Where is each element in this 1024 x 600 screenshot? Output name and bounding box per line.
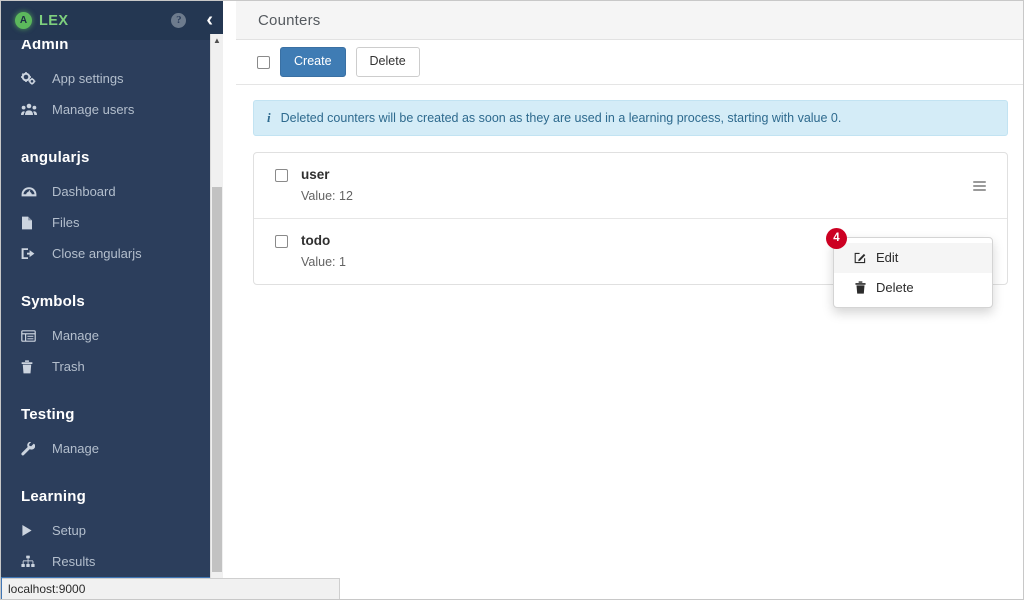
- delete-button[interactable]: Delete: [355, 47, 420, 77]
- sidebar-item-app-settings[interactable]: App settings: [1, 63, 210, 94]
- sidebar-scrollbar[interactable]: ▲: [210, 34, 223, 599]
- sidebar-header-actions: ? ‹: [171, 1, 213, 40]
- application-window: A LEX ? ‹ Admin App settings Manage user…: [0, 0, 1024, 600]
- wrench-icon: [21, 441, 49, 456]
- counter-checkbox[interactable]: [275, 235, 288, 249]
- help-icon[interactable]: ?: [171, 13, 187, 28]
- counter-menu-button[interactable]: [965, 173, 993, 199]
- counter-value: Value: 1: [301, 255, 346, 270]
- status-bar: localhost:9000: [2, 578, 340, 599]
- nav-group-title-symbols: Symbols: [21, 293, 85, 310]
- sidebar-item-label: Manage users: [52, 102, 135, 117]
- sidebar-item-manage-users[interactable]: Manage users: [1, 94, 210, 125]
- file-icon: [21, 216, 49, 230]
- brand-name: LEX: [39, 12, 69, 29]
- step-badge: 4: [826, 228, 847, 249]
- users-icon: [21, 103, 49, 116]
- brand-logo[interactable]: A LEX: [15, 12, 68, 29]
- list-item[interactable]: user Value: 12: [254, 153, 1007, 220]
- chevron-left-icon[interactable]: ‹: [206, 10, 213, 30]
- sidebar-item-testing-manage[interactable]: Manage: [1, 433, 210, 464]
- scrollbar-thumb[interactable]: [212, 187, 222, 572]
- menu-item-edit[interactable]: Edit: [834, 243, 992, 273]
- brand-mark-icon: A: [15, 12, 32, 29]
- nav-group-title-admin: Admin: [21, 40, 69, 53]
- menu-item-label: Edit: [876, 250, 899, 265]
- counter-value: Value: 12: [301, 189, 353, 204]
- sidebar-item-label: Results: [52, 554, 96, 569]
- sidebar-item-symbols-trash[interactable]: Trash: [1, 351, 210, 382]
- page-title: Counters: [258, 11, 321, 29]
- sidebar-item-label: Trash: [52, 359, 85, 374]
- menu-item-label: Delete: [876, 279, 914, 295]
- menu-item-delete[interactable]: Delete: [834, 273, 992, 303]
- nav-group-title-testing: Testing: [21, 406, 75, 423]
- gears-icon: [21, 72, 49, 85]
- sitemap-icon: [21, 555, 49, 568]
- action-toolbar: Create Delete: [236, 40, 1023, 85]
- sidebar-header: A LEX ? ‹: [1, 1, 223, 40]
- scroll-up-arrow-icon[interactable]: ▲: [211, 37, 223, 45]
- sidebar-item-symbols-manage[interactable]: Manage: [1, 320, 210, 351]
- sidebar-nav: Admin App settings Manage users angularj…: [1, 40, 223, 599]
- select-all-checkbox[interactable]: [257, 55, 270, 69]
- sidebar-item-files[interactable]: Files: [1, 207, 210, 238]
- sidebar-item-dashboard[interactable]: Dashboard: [1, 176, 210, 207]
- sign-out-icon: [21, 247, 49, 260]
- counter-checkbox[interactable]: [275, 169, 288, 182]
- hamburger-icon: [972, 179, 986, 193]
- sidebar: A LEX ? ‹ Admin App settings Manage user…: [1, 1, 223, 599]
- dashboard-icon: [21, 186, 49, 198]
- nav-group-title-angularjs: angularjs: [21, 149, 90, 166]
- trash-icon: [21, 359, 49, 374]
- info-alert-text: Deleted counters will be created as soon…: [280, 111, 842, 125]
- sidebar-item-learning-results[interactable]: Results: [1, 546, 210, 577]
- sidebar-item-label: Dashboard: [52, 184, 116, 199]
- trash-icon: [853, 281, 867, 294]
- sidebar-item-learning-setup[interactable]: Setup: [1, 515, 210, 546]
- sidebar-nav-inner: Admin App settings Manage users angularj…: [1, 40, 210, 599]
- sidebar-item-label: Setup: [52, 523, 86, 538]
- create-button[interactable]: Create: [280, 47, 346, 77]
- sidebar-item-label: Manage: [52, 328, 99, 343]
- pencil-square-icon: [853, 251, 867, 264]
- nav-group-title-learning: Learning: [21, 488, 86, 505]
- counter-info: user Value: 12: [301, 166, 353, 205]
- page-header: Counters: [236, 1, 1023, 40]
- sidebar-item-label: Close angularjs: [52, 246, 142, 261]
- context-menu: 4 Edit Delete: [826, 228, 993, 308]
- info-alert: i Deleted counters will be created as so…: [253, 100, 1008, 136]
- status-bar-url: localhost:9000: [8, 582, 86, 596]
- info-icon: i: [267, 110, 271, 125]
- counter-name: todo: [301, 233, 331, 249]
- sidebar-item-label: App settings: [52, 71, 124, 86]
- sidebar-item-label: Manage: [52, 441, 99, 456]
- play-icon: [21, 524, 49, 537]
- counter-name: user: [301, 167, 330, 182]
- counter-info: todo Value: 1: [301, 232, 346, 271]
- list-alt-icon: [21, 329, 49, 342]
- sidebar-item-close-project[interactable]: Close angularjs: [1, 238, 210, 269]
- sidebar-item-label: Files: [52, 215, 80, 230]
